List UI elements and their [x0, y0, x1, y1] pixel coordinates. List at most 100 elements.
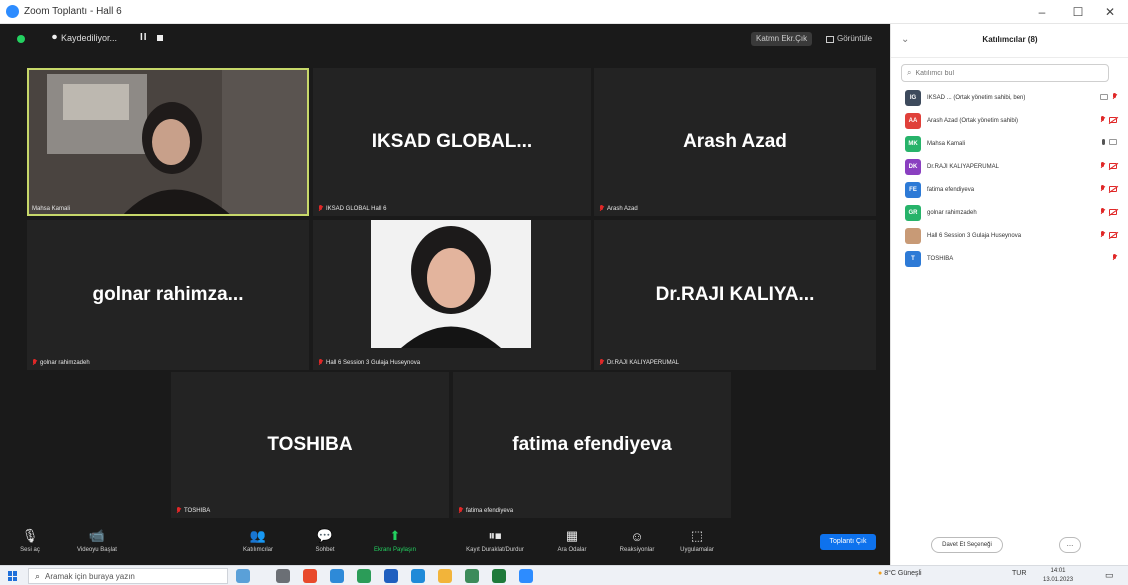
participant-row[interactable]: GR golnar rahimzadeh	[891, 201, 1128, 224]
breakout-rooms-button[interactable]: ▦ Ara Odalar	[552, 522, 592, 565]
participants-panel: ⌄ Katılımcılar (8) ⌕ IG IKSAD ... (Ortak…	[890, 24, 1128, 565]
recording-icon: ⏺	[52, 32, 57, 43]
language-indicator[interactable]: TUR	[1012, 570, 1026, 577]
word-icon[interactable]	[384, 569, 398, 583]
avatar: MK	[905, 135, 921, 152]
breakout-rooms-icon: ▦	[565, 528, 579, 543]
minimize-button[interactable]: –	[1024, 0, 1060, 24]
chat-label: Sohbet	[315, 547, 335, 553]
microphone-muted-icon: 🎙	[21, 528, 39, 543]
chat-button[interactable]: 💬 Sohbet	[305, 522, 345, 565]
tile-big-name: Arash Azad	[683, 131, 787, 152]
reactions-button[interactable]: ☺ Reaksiyonlar	[612, 522, 662, 565]
participant-row[interactable]: Hall 6 Session 3 Gulaja Huseynova	[891, 224, 1128, 247]
participant-row[interactable]: MK Mahsa Kamali	[891, 132, 1128, 155]
tile-big-name: TOSHIBA	[267, 434, 353, 455]
tile-name: Hall 6 Session 3 Gulaja Huseynova	[326, 359, 421, 366]
mic-muted-icon	[1100, 231, 1105, 238]
pause-recording-icon[interactable]: II	[140, 32, 148, 43]
tile-big-name: IKSAD GLOBAL...	[371, 131, 533, 152]
video-tile-gulaja[interactable]: Hall 6 Session 3 Gulaja Huseynova	[313, 220, 591, 370]
tile-caption: Dr.RAJI KALIYAPERUMAL	[599, 359, 679, 366]
mic-muted-icon	[1100, 208, 1105, 215]
mic-muted-icon	[1112, 254, 1117, 261]
video-tile-fatima[interactable]: fatima efendiyeva fatima efendiyeva	[453, 372, 731, 518]
view-button[interactable]: Görüntüle	[826, 32, 872, 46]
share-screen-button[interactable]: ⬆ Ekranı Paylaşın	[365, 522, 425, 565]
participant-name: Hall 6 Session 3 Gulaja Huseynova	[927, 232, 1022, 239]
stop-recording-icon[interactable]	[157, 35, 163, 41]
mic-muted-icon	[599, 359, 604, 366]
apps-label: Uygulamalar	[680, 547, 714, 553]
video-tile-toshiba[interactable]: TOSHIBA TOSHIBA	[171, 372, 449, 518]
recording-label: Kaydediliyor...	[61, 32, 118, 43]
invite-button[interactable]: Davet Et Seçeneği	[931, 537, 1003, 553]
participant-row[interactable]: DK Dr.RAJI KALIYAPERUMAL	[891, 155, 1128, 178]
participant-search-input[interactable]	[915, 69, 1096, 77]
avatar-photo	[905, 227, 921, 244]
exit-fullscreen-button[interactable]: Katmn Ekr.Çık	[751, 32, 813, 46]
excel-icon[interactable]	[492, 569, 506, 583]
participant-list: IG IKSAD ... (Ortak yönetim sahibi, ben)…	[891, 86, 1128, 270]
meeting-toolbar: 🎙 Sesi aç 📹 Videoyu Başlat 👥 Katılımcıla…	[0, 522, 890, 565]
video-tile-raji[interactable]: Dr.RAJI KALIYA... Dr.RAJI KALIYAPERUMAL	[594, 220, 876, 370]
leave-meeting-button[interactable]: Toplantı Çık	[820, 534, 876, 550]
participant-row[interactable]: FE fatima efendiyeva	[891, 178, 1128, 201]
taskbar-search-placeholder: Aramak için buraya yazın	[45, 571, 135, 581]
calculator-icon[interactable]	[465, 569, 479, 583]
mic-muted-icon	[1112, 93, 1117, 100]
weather-widget[interactable]: ● 8°C Güneşli	[878, 570, 922, 577]
meeting-area: ⏺ Kaydediliyor... II Katmn Ekr.Çık Görün…	[0, 24, 890, 565]
tile-name: Dr.RAJI KALIYAPERUMAL	[607, 359, 679, 366]
participant-name: Arash Azad (Ortak yönetim sahibi)	[927, 117, 1019, 124]
more-options-button[interactable]: ...	[1059, 537, 1081, 553]
participants-label: Katılımcılar	[242, 547, 273, 553]
video-tile-iksad[interactable]: IKSAD GLOBAL... IKSAD GLOBAL Hall 6	[313, 68, 591, 216]
unmute-label: Sesi aç	[20, 547, 40, 553]
tile-big-name: fatima efendiyeva	[512, 434, 672, 455]
tile-caption: golnar rahimzadeh	[32, 359, 90, 366]
participant-row[interactable]: IG IKSAD ... (Ortak yönetim sahibi, ben)	[891, 86, 1128, 109]
reactions-label: Reaksiyonlar	[619, 547, 655, 553]
video-tile-golnar[interactable]: golnar rahimza... golnar rahimzadeh	[27, 220, 309, 370]
chrome-icon[interactable]	[303, 569, 317, 583]
file-explorer-icon[interactable]	[438, 569, 452, 583]
taskbar-clock[interactable]: 14:01 13.01.2023	[1043, 567, 1073, 585]
video-tile-arash[interactable]: Arash Azad Arash Azad	[594, 68, 876, 216]
photos-icon[interactable]	[330, 569, 344, 583]
recording-controls-button[interactable]: ⏸⏹ Kayıt Duraklat/Durdur	[450, 522, 540, 565]
participant-video	[27, 68, 309, 216]
apps-icon: ⬚	[690, 528, 704, 543]
start-video-button[interactable]: 📹 Videoyu Başlat	[62, 522, 132, 565]
task-view-icon[interactable]	[276, 569, 290, 583]
pause-stop-icon: ⏸⏹	[488, 528, 502, 543]
weather-label: 8°C Güneşli	[884, 570, 922, 577]
edge-icon[interactable]	[357, 569, 371, 583]
maximize-button[interactable]: ☐	[1060, 0, 1096, 24]
video-tile-mahsa[interactable]: Mahsa Kamali	[27, 68, 309, 216]
window-titlebar: Zoom Toplantı - Hall 6 – ☐ ✕	[0, 0, 1128, 24]
zoom-taskbar-icon[interactable]	[519, 569, 533, 583]
mic-muted-icon	[176, 507, 181, 514]
notification-icon[interactable]: ▭	[1105, 570, 1114, 581]
close-button[interactable]: ✕	[1092, 0, 1128, 24]
mic-muted-icon	[1100, 162, 1105, 169]
apps-button[interactable]: ⬚ Uygulamalar	[672, 522, 722, 565]
recording-indicator[interactable]: ⏺ Kaydediliyor...	[52, 32, 117, 43]
share-screen-icon: ⬆	[389, 528, 401, 543]
video-icon	[1100, 93, 1108, 100]
participant-name: Mahsa Kamali	[927, 140, 966, 147]
telegram-icon[interactable]	[411, 569, 425, 583]
unmute-button[interactable]: 🎙 Sesi aç	[10, 522, 50, 565]
participant-name: fatima efendiyeva	[927, 186, 975, 193]
taskbar-search[interactable]: ⌕ Aramak için buraya yazın	[28, 568, 228, 584]
windows-start-icon[interactable]	[8, 571, 18, 581]
participant-row[interactable]: AA Arash Azad (Ortak yönetim sahibi)	[891, 109, 1128, 132]
mic-muted-icon	[1100, 185, 1105, 192]
security-shield-icon[interactable]	[17, 35, 25, 43]
tile-caption: Arash Azad	[599, 205, 638, 212]
participants-button[interactable]: 👥 Katılımcılar	[228, 522, 288, 565]
taskbar-app-icon[interactable]	[236, 569, 250, 583]
participant-search[interactable]: ⌕	[901, 64, 1109, 82]
participant-row[interactable]: T TOSHIBA	[891, 247, 1128, 270]
